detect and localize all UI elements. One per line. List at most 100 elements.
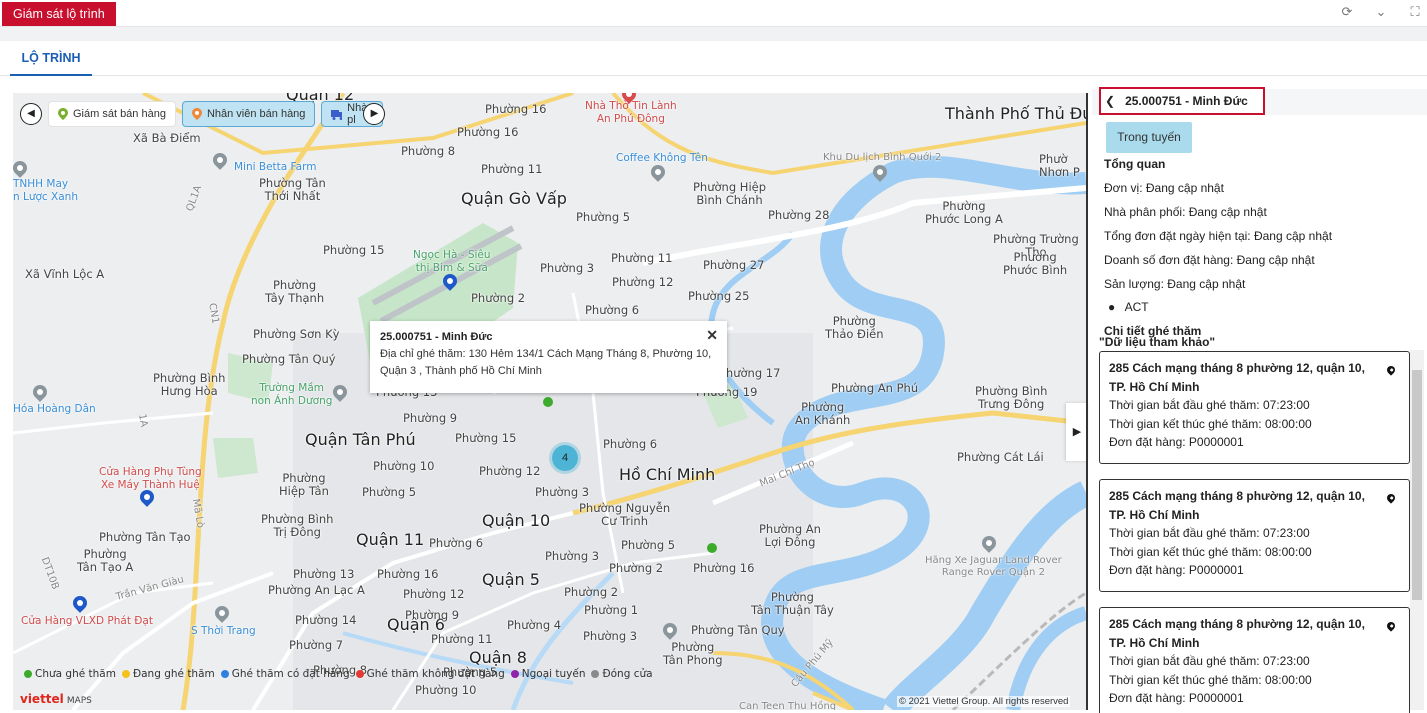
close-icon[interactable]: ✕ xyxy=(706,327,718,344)
label-phuong: Phường 15 xyxy=(455,431,517,445)
label-phuong: Phường 3 xyxy=(583,629,638,643)
label-an-khanh: Phường An Khánh xyxy=(795,400,851,427)
marker-cluster[interactable]: 4 xyxy=(549,442,581,474)
scrollbar-thumb[interactable] xyxy=(1412,370,1422,600)
chip-label: Giám sát bán hàng xyxy=(73,108,166,120)
poi-jaguar: Hãng Xe Jaguar Land Rover Range Rover Quậ… xyxy=(925,555,1062,578)
top-bar: Giám sát lộ trình ⟳ ⌄ ⛶ xyxy=(0,0,1427,27)
collapse-panel-button[interactable]: ▶ xyxy=(1066,403,1088,461)
chevron-down-icon[interactable]: ⌄ xyxy=(1369,4,1393,20)
legend-dot xyxy=(591,670,600,678)
label-phuong: Phường 5 xyxy=(621,538,676,552)
visit-marker-unvisited[interactable] xyxy=(543,397,553,407)
panel-divider[interactable] xyxy=(1086,93,1088,710)
map-legend: Chưa ghé thăm Đang ghé thăm Ghé thăm có … xyxy=(24,668,653,680)
label-an-lac-a: Phường An Lạc A xyxy=(268,583,365,597)
location-icon[interactable] xyxy=(1385,492,1397,504)
brand-suffix: MAPS xyxy=(66,696,92,706)
legend-item: Ghé thăm có đặt hàng xyxy=(220,668,350,680)
detail-panel: ❮ 25.000751 - Minh Đức Trong tuyến Tổng q… xyxy=(1092,84,1427,713)
location-pin-icon xyxy=(191,108,202,120)
poi-thoi-trang: S Thời Trang xyxy=(191,625,256,637)
label-phuong: Phường 12 xyxy=(403,587,465,601)
label-phuong: Phường 16 xyxy=(485,102,547,116)
legend-label: Đang ghé thăm xyxy=(132,668,215,680)
popup-address: Địa chỉ ghé thăm: 130 Hẻm 134/1 Cách Mạn… xyxy=(380,348,712,377)
label-tan-tao: Phường Tân Tạo xyxy=(99,530,191,544)
label-phuong: Phường 16 xyxy=(457,125,519,139)
label-phuong: Phường 5 xyxy=(576,210,631,224)
revenue-text: Doanh số đơn đặt hàng: Đang cập nhật xyxy=(1104,253,1315,267)
legend-label: Ghé thăm không đặt hàng xyxy=(366,668,505,680)
poi-mini-betta: Mini Betta Farm xyxy=(234,161,317,173)
visit-address: 285 Cách mạng tháng 8 phường 12, quận 10… xyxy=(1109,361,1365,394)
label-phuong: Phường 1 xyxy=(584,603,639,617)
label-tan-thoi-nhat: Phường Tân Thới Nhất xyxy=(259,176,326,203)
chip-nhan-vien-ban-hang[interactable]: Nhân viên bán hàng xyxy=(181,101,316,127)
label-phuong: Phường 16 xyxy=(377,567,439,581)
label-phuong: Phường 3 xyxy=(545,549,600,563)
location-icon[interactable] xyxy=(1385,364,1397,376)
label-phuong: Phường 6 xyxy=(585,303,640,317)
label-phuong: Phường 5 xyxy=(362,485,417,499)
label-quan5: Quận 5 xyxy=(482,570,540,589)
label-phuong: Phường 27 xyxy=(703,258,765,272)
chip-label: Nhân viên bán hàng xyxy=(206,108,306,120)
chevron-left-icon[interactable]: ◀ xyxy=(20,103,42,125)
label-binh-hung-hoa: Phường Bình Hưng Hòa xyxy=(153,371,226,398)
header-gap xyxy=(0,27,1427,41)
app-title[interactable]: Giám sát lộ trình xyxy=(2,2,116,26)
label-phuong: Phường 14 xyxy=(295,613,357,627)
visit-address: 285 Cách mạng tháng 8 phường 12, quận 10… xyxy=(1109,489,1365,522)
label-cat-lai: Phường Cát Lái xyxy=(957,450,1044,464)
visit-card[interactable]: 285 Cách mạng tháng 8 phường 12, quận 10… xyxy=(1099,479,1410,592)
map-view[interactable]: Quận 12 Thành Phố Thủ Đức Quận Gò Vấp Qu… xyxy=(13,93,1086,710)
map-toolbar: ◀ Giám sát bán hàng Nhân viên bán hàng N… xyxy=(20,100,386,128)
road-can-teen: Can Teen Thu Hồng xyxy=(739,701,837,710)
truck-icon xyxy=(331,109,343,120)
legend-label: Ghé thăm có đặt hàng xyxy=(231,668,350,680)
label-phuong: Phường 10 xyxy=(373,459,435,473)
legend-label: Ngoại tuyến xyxy=(521,668,586,680)
label-nhon-phu: Phườ Nhơn P xyxy=(1039,152,1080,179)
label-phuong: Phường 6 xyxy=(429,536,484,550)
output-text: Sản lượng: Đang cập nhật xyxy=(1104,277,1246,291)
location-icon[interactable] xyxy=(1385,620,1397,632)
viettel-maps-logo: viettel MAPS xyxy=(20,692,92,706)
popup-title: 25.000751 - Minh Đức xyxy=(380,331,493,343)
poi-coffee: Coffee Không Tên xyxy=(616,152,708,164)
legend-item: Đang ghé thăm xyxy=(121,668,215,680)
legend-item: Chưa ghé thăm xyxy=(24,668,116,680)
label-xa-ba-diem: Xã Bà Điểm xyxy=(133,131,201,145)
label-phuong: Phường 2 xyxy=(471,291,526,305)
chip-giam-sat-ban-hang[interactable]: Giám sát bán hàng xyxy=(48,101,176,127)
legend-item: Ngoại tuyến xyxy=(510,668,586,680)
legend-dot xyxy=(510,670,519,678)
label-tay-thanh: Phường Tây Thạnh xyxy=(265,278,325,305)
visit-order: Đơn đặt hàng: P0000001 xyxy=(1109,435,1244,449)
panel-scrollbar[interactable] xyxy=(1410,350,1424,710)
label-tan-phong: Phường Tân Phong xyxy=(663,640,723,667)
tab-lo-trinh[interactable]: LỘ TRÌNH xyxy=(10,41,92,76)
visit-card[interactable]: 285 Cách mạng tháng 8 phường 12, quận 10… xyxy=(1099,607,1410,713)
visit-marker-unvisited[interactable] xyxy=(707,543,717,553)
orders-today-text: Tổng đơn đặt ngày hiện tại: Đang cập nhậ… xyxy=(1104,229,1333,243)
label-phuong: Phường 28 xyxy=(768,208,830,222)
visit-card[interactable]: 285 Cách mạng tháng 8 phường 12, quận 10… xyxy=(1099,351,1410,464)
brand-name: viettel xyxy=(20,692,64,706)
visit-order: Đơn đặt hàng: P0000001 xyxy=(1109,563,1244,577)
trong-tuyen-button[interactable]: Trong tuyến xyxy=(1106,122,1192,153)
visit-order: Đơn đặt hàng: P0000001 xyxy=(1109,691,1244,705)
back-icon[interactable]: ❮ xyxy=(1105,94,1115,108)
road-1a: 1A xyxy=(136,413,150,428)
status-item: ● ACT xyxy=(1108,300,1149,314)
label-phuong: Phường 12 xyxy=(479,464,541,478)
expand-icon[interactable]: ⛶ xyxy=(1403,4,1427,20)
refresh-icon[interactable]: ⟳ xyxy=(1335,4,1359,20)
label-phuong: Phường 13 xyxy=(293,567,355,581)
label-quan10: Quận 10 xyxy=(482,511,551,530)
legend-dot xyxy=(24,670,32,678)
visit-start-time: Thời gian bắt đầu ghé thăm: 07:23:00 xyxy=(1109,654,1310,668)
label-phuong: Phường 11 xyxy=(481,162,543,176)
panel-title: 25.000751 - Minh Đức xyxy=(1125,94,1248,108)
